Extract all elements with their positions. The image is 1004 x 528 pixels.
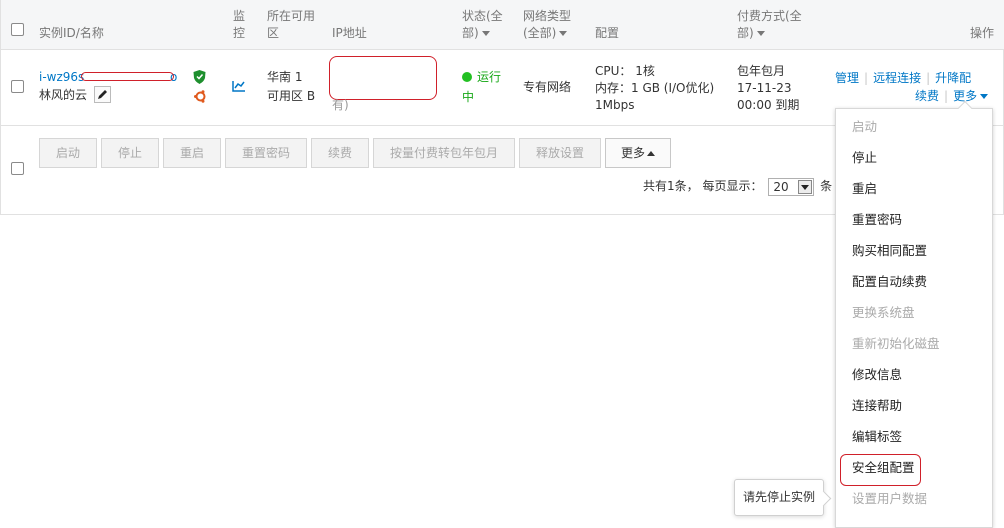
header-zone: 所在可用: [267, 9, 316, 23]
reset-password-button[interactable]: 重置密码: [225, 138, 307, 168]
table-header: 实例ID/名称 监 控 所在可用 区 IP地址 状态(全 部) 网络类型 (全部…: [1, 0, 1004, 50]
menu-item-connect-help[interactable]: 连接帮助: [852, 397, 902, 414]
stop-instance-tooltip: 请先停止实例: [734, 479, 824, 516]
ubuntu-icon: [194, 90, 207, 106]
header-billing[interactable]: 付费方式(全: [737, 8, 802, 25]
header-monitor-2: 控: [233, 26, 246, 40]
separator: |: [926, 71, 931, 85]
header-billing-filter[interactable]: 部): [737, 25, 765, 42]
chevron-down-icon: [980, 94, 989, 99]
release-settings-button[interactable]: 释放设置: [519, 138, 601, 168]
per-page-label: 每页显示：: [702, 179, 763, 193]
redaction-mark: [81, 72, 174, 81]
ip-redaction-mark: [329, 56, 437, 100]
status-label: 运行: [477, 70, 502, 84]
zone-line2: 可用区 B: [267, 89, 316, 103]
convert-billing-button[interactable]: 按量付费转包年包月: [373, 138, 515, 168]
edit-icon[interactable]: [94, 86, 111, 103]
shield-icon: [193, 70, 206, 87]
action-links: 管理 | 远程连接 | 升降配: [835, 70, 971, 87]
header-actions: 操作: [970, 26, 995, 40]
separator: |: [864, 71, 869, 85]
more-actions-menu: 启动 停止 重启 重置密码 购买相同配置 配置自动续费 更换系统盘 重新初始化磁…: [835, 100, 993, 528]
chevron-down-icon: [798, 179, 813, 194]
page-size-select[interactable]: 20: [768, 177, 815, 196]
instance-name: 林风的云: [39, 88, 88, 102]
chevron-up-icon: [647, 151, 655, 156]
menu-item-edit-tags[interactable]: 编辑标签: [852, 428, 902, 445]
header-billing-2: 部): [737, 26, 754, 40]
chevron-down-icon: [756, 31, 765, 36]
menu-item-replace-system-disk[interactable]: 更换系统盘: [852, 304, 915, 321]
header-status-filter[interactable]: 部): [462, 25, 490, 42]
menu-item-stop[interactable]: 停止: [852, 149, 877, 166]
instance-id-link[interactable]: i-wz96s: [39, 69, 84, 86]
renew-button[interactable]: 续费: [311, 138, 369, 168]
restart-button[interactable]: 重启: [163, 138, 221, 168]
bottom-select-all-checkbox[interactable]: [11, 162, 24, 175]
menu-item-buy-same-config[interactable]: 购买相同配置: [852, 242, 927, 259]
upgrade-link[interactable]: 升降配: [935, 71, 971, 85]
header-network[interactable]: 网络类型: [523, 8, 571, 25]
header-network-filter[interactable]: (全部): [523, 25, 568, 42]
action-links-2: 续费 | 更多: [915, 88, 989, 105]
start-button[interactable]: 启动: [39, 138, 97, 168]
more-link[interactable]: 更多: [953, 89, 989, 103]
config-cpu: CPU： 1核: [595, 64, 655, 78]
more-button[interactable]: 更多: [605, 138, 671, 168]
chevron-down-icon: [481, 31, 490, 36]
header-monitor: 监: [233, 9, 246, 23]
manage-link[interactable]: 管理: [835, 71, 859, 85]
header-status[interactable]: 状态(全: [462, 8, 503, 25]
network-type: 专有网络: [523, 80, 572, 94]
menu-item-restart[interactable]: 重启: [852, 180, 877, 197]
zone-line1: 华南 1: [267, 70, 303, 84]
status-running: 运行: [462, 69, 501, 86]
total-count: 共有1条，: [643, 179, 699, 193]
config-bandwidth: 1Mbps: [595, 98, 635, 112]
menu-item-start[interactable]: 启动: [852, 118, 877, 135]
menu-item-reset-password[interactable]: 重置密码: [852, 211, 902, 228]
status-running-2: 中: [462, 90, 475, 104]
config-memory: 内存：1 GB (I/O优化): [595, 81, 715, 95]
header-config: 配置: [595, 26, 620, 40]
stop-button[interactable]: 停止: [101, 138, 159, 168]
billing-expire: 00:00 到期: [737, 98, 800, 112]
billing-date: 17-11-23: [737, 81, 792, 95]
menu-item-reinit-disk[interactable]: 重新初始化磁盘: [852, 335, 940, 352]
monitor-chart-icon[interactable]: [232, 80, 246, 95]
header-zone-2: 区: [267, 26, 280, 40]
remote-connect-link[interactable]: 远程连接: [873, 71, 921, 85]
page-size-value: 20: [773, 179, 789, 194]
menu-item-modify-info[interactable]: 修改信息: [852, 366, 902, 383]
menu-item-auto-renew[interactable]: 配置自动续费: [852, 273, 927, 290]
chevron-down-icon: [559, 31, 568, 36]
ip-tail: 有): [332, 98, 349, 112]
billing-type: 包年包月: [737, 64, 786, 78]
menu-item-user-data[interactable]: 设置用户数据: [852, 490, 927, 507]
header-instance-id: 实例ID/名称: [39, 26, 104, 40]
pagination: 共有1条， 每页显示： 20 条: [643, 177, 832, 196]
more-button-label: 更多: [620, 146, 645, 160]
select-all-checkbox[interactable]: [11, 23, 24, 36]
header-ip: IP地址: [332, 26, 367, 40]
security-group-highlight: [840, 454, 921, 486]
page-size-unit: 条: [820, 179, 833, 193]
separator: |: [944, 89, 949, 103]
header-status-2: 部): [462, 26, 479, 40]
running-dot-icon: [462, 72, 472, 82]
renew-link[interactable]: 续费: [915, 89, 939, 103]
row-checkbox[interactable]: [11, 80, 24, 93]
header-network-2: (全部): [523, 26, 557, 40]
